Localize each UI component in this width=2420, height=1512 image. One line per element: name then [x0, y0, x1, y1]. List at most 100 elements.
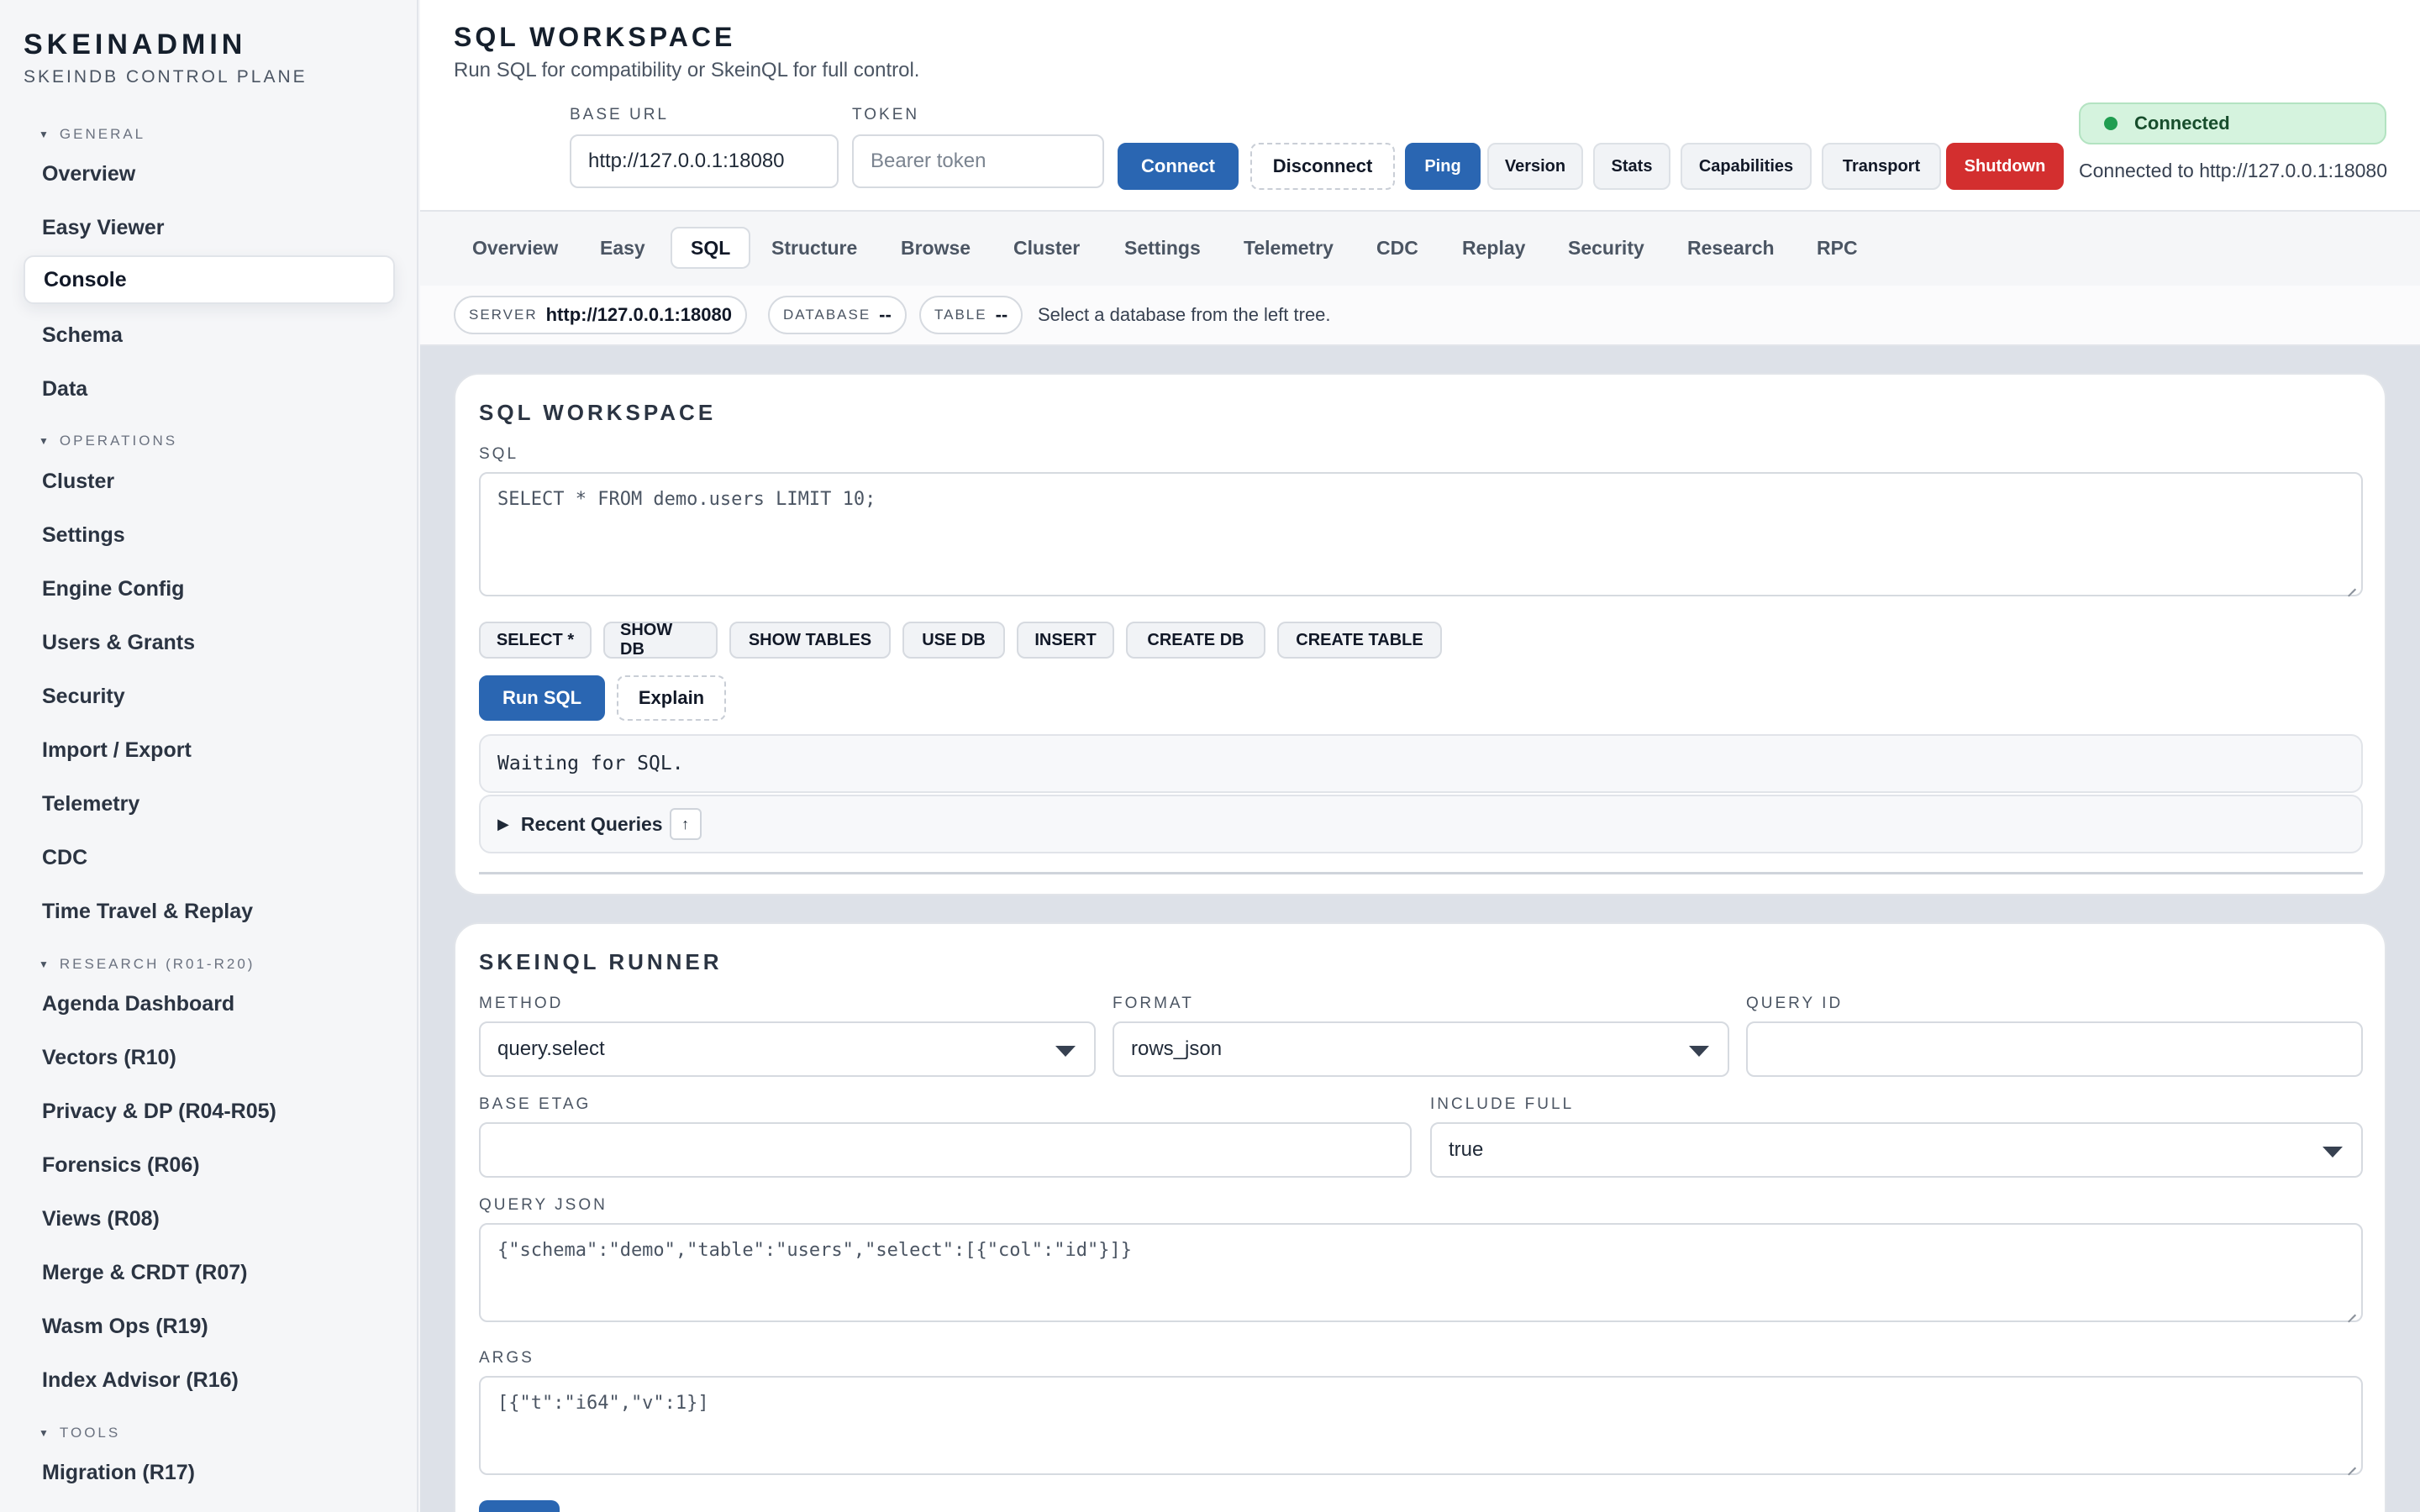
tab-research[interactable]: Research — [1669, 227, 1793, 269]
connect-button[interactable]: Connect — [1118, 143, 1239, 190]
sidebar-group-operations[interactable]: ▼ OPERATIONS — [39, 433, 177, 449]
caret-down-icon — [1055, 1046, 1076, 1057]
sidebar-item-telemetry[interactable]: Telemetry — [24, 780, 395, 828]
brand-title: SKEINADMIN — [24, 29, 247, 60]
context-note: Select a database from the left tree. — [1038, 304, 1331, 325]
stats-button[interactable]: Stats — [1593, 143, 1670, 190]
args-editor[interactable]: [{"t":"i64","v":1}] — [479, 1376, 2363, 1475]
sidebar-item-migration[interactable]: Migration (R17) — [24, 1448, 395, 1497]
tab-replay[interactable]: Replay — [1444, 227, 1544, 269]
sql-status-output: Waiting for SQL. — [479, 734, 2363, 793]
capabilities-button[interactable]: Capabilities — [1681, 143, 1812, 190]
triangle-right-icon: ▶ — [497, 815, 509, 832]
sidebar-group-general[interactable]: ▼ GENERAL — [39, 126, 145, 143]
base-etag-label: BASE ETAG — [479, 1095, 592, 1113]
tab-cdc[interactable]: CDC — [1358, 227, 1437, 269]
snippet-show-db-button[interactable]: SHOW DB — [603, 621, 718, 659]
sidebar-group-tools[interactable]: ▼ TOOLS — [39, 1425, 120, 1441]
args-label: ARGS — [479, 1349, 534, 1367]
page-title: SQL WORKSPACE — [454, 22, 736, 52]
table-chip: TABLE -- — [919, 296, 1023, 334]
context-bar: SERVER http://127.0.0.1:18080 DATABASE -… — [420, 286, 2420, 346]
base-url-input[interactable]: http://127.0.0.1:18080 — [570, 134, 839, 188]
sidebar-item-security[interactable]: Security — [24, 672, 395, 721]
sidebar-item-merge-crdt[interactable]: Merge & CRDT (R07) — [24, 1248, 395, 1297]
recent-queries-toggle[interactable]: ▶ Recent Queries ↑ — [479, 795, 2363, 853]
resize-handle-icon[interactable] — [2346, 580, 2358, 591]
sidebar-item-privacy-dp[interactable]: Privacy & DP (R04-R05) — [24, 1087, 395, 1136]
sidebar-item-overview[interactable]: Overview — [24, 150, 395, 198]
sidebar-item-index-advisor[interactable]: Index Advisor (R16) — [24, 1356, 395, 1404]
arrow-up-icon[interactable]: ↑ — [669, 808, 702, 840]
sidebar-item-wasm-ops[interactable]: Wasm Ops (R19) — [24, 1302, 395, 1351]
snippet-create-table-button[interactable]: CREATE TABLE — [1277, 622, 1442, 659]
sidebar-item-import-export[interactable]: Import / Export — [24, 726, 395, 774]
token-label: TOKEN — [852, 106, 920, 123]
shutdown-button[interactable]: Shutdown — [1946, 143, 2064, 190]
tab-settings[interactable]: Settings — [1106, 227, 1219, 269]
snippet-select-button[interactable]: SELECT * — [479, 622, 592, 659]
brand-subtitle: SKEINDB CONTROL PLANE — [24, 67, 308, 87]
sidebar-item-views[interactable]: Views (R08) — [24, 1194, 395, 1243]
format-label: FORMAT — [1113, 995, 1194, 1012]
query-id-label: QUERY ID — [1746, 995, 1844, 1012]
run-skeinql-button[interactable] — [479, 1500, 560, 1512]
sidebar-item-engine-config[interactable]: Engine Config — [24, 564, 395, 613]
ping-button[interactable]: Ping — [1405, 143, 1481, 190]
tab-easy[interactable]: Easy — [581, 227, 664, 269]
tab-sql[interactable]: SQL — [671, 227, 751, 269]
sidebar-item-data[interactable]: Data — [24, 365, 395, 413]
sidebar-group-research[interactable]: ▼ RESEARCH (R01-R20) — [39, 956, 255, 973]
tab-cluster[interactable]: Cluster — [995, 227, 1098, 269]
tab-rpc[interactable]: RPC — [1798, 227, 1876, 269]
skeinql-runner-card: SKEINQL RUNNER METHOD query.select FORMA… — [454, 922, 2386, 1512]
sql-label: SQL — [479, 445, 519, 463]
connection-status-badge: Connected — [2079, 102, 2386, 144]
transport-button[interactable]: Transport — [1822, 143, 1941, 190]
format-select[interactable]: rows_json — [1113, 1021, 1729, 1077]
run-sql-button[interactable]: Run SQL — [479, 675, 605, 721]
sidebar-item-time-travel-replay[interactable]: Time Travel & Replay — [24, 887, 395, 936]
snippet-create-db-button[interactable]: CREATE DB — [1126, 622, 1265, 659]
sidebar-item-settings[interactable]: Settings — [24, 511, 395, 559]
caret-down-icon — [2323, 1147, 2343, 1158]
explain-button[interactable]: Explain — [617, 675, 726, 721]
snippet-show-tables-button[interactable]: SHOW TABLES — [729, 622, 891, 659]
chevron-down-icon: ▼ — [39, 1427, 51, 1439]
resize-handle-icon[interactable] — [2346, 1305, 2358, 1317]
include-full-select[interactable]: true — [1430, 1122, 2363, 1178]
section-divider — [479, 872, 2363, 874]
version-button[interactable]: Version — [1487, 143, 1583, 190]
main-content: SQL WORKSPACE SQL SELECT * FROM demo.use… — [420, 346, 2420, 1512]
tab-overview[interactable]: Overview — [454, 227, 576, 269]
tab-telemetry[interactable]: Telemetry — [1225, 227, 1352, 269]
connection-info: Connected to http://127.0.0.1:18080 — [2079, 160, 2388, 181]
sidebar-item-schema[interactable]: Schema — [24, 311, 395, 360]
chevron-down-icon: ▼ — [39, 958, 51, 970]
sidebar-item-easy-viewer[interactable]: Easy Viewer — [24, 203, 395, 252]
snippet-use-db-button[interactable]: USE DB — [902, 622, 1005, 659]
base-url-label: BASE URL — [570, 106, 669, 123]
sidebar-item-vectors[interactable]: Vectors (R10) — [24, 1033, 395, 1082]
token-input[interactable]: Bearer token — [852, 134, 1104, 188]
sql-workspace-card: SQL WORKSPACE SQL SELECT * FROM demo.use… — [454, 373, 2386, 895]
sidebar-item-console[interactable]: Console — [24, 255, 395, 304]
sidebar: SKEINADMIN SKEINDB CONTROL PLANE ▼ GENERA… — [0, 0, 418, 1512]
query-id-input[interactable] — [1746, 1021, 2363, 1077]
resize-handle-icon[interactable] — [2346, 1458, 2358, 1470]
tab-security[interactable]: Security — [1549, 227, 1663, 269]
sidebar-item-cluster[interactable]: Cluster — [24, 457, 395, 506]
disconnect-button[interactable]: Disconnect — [1250, 143, 1395, 190]
sidebar-item-cdc[interactable]: CDC — [24, 833, 395, 882]
sidebar-item-forensics[interactable]: Forensics (R06) — [24, 1141, 395, 1189]
base-etag-input[interactable] — [479, 1122, 1412, 1178]
skeinql-card-title: SKEINQL RUNNER — [479, 949, 723, 974]
sql-editor[interactable]: SELECT * FROM demo.users LIMIT 10; — [479, 472, 2363, 596]
tab-structure[interactable]: Structure — [753, 227, 876, 269]
snippet-insert-button[interactable]: INSERT — [1017, 622, 1114, 659]
sidebar-item-users-grants[interactable]: Users & Grants — [24, 618, 395, 667]
tab-browse[interactable]: Browse — [882, 227, 989, 269]
query-json-editor[interactable]: {"schema":"demo","table":"users","select… — [479, 1223, 2363, 1322]
method-select[interactable]: query.select — [479, 1021, 1096, 1077]
sidebar-item-agenda-dashboard[interactable]: Agenda Dashboard — [24, 979, 395, 1028]
